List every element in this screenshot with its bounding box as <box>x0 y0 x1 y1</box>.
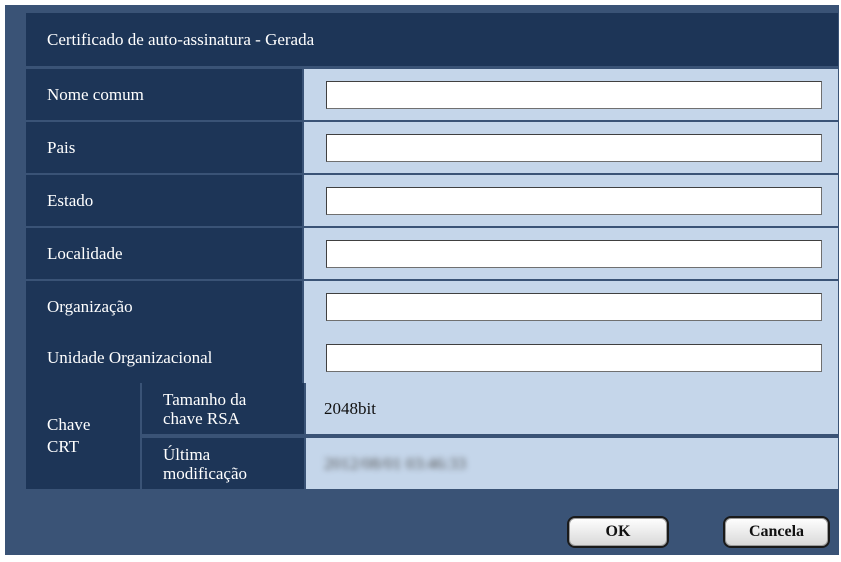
field-cell-state <box>304 175 838 226</box>
last-modified-value: 2012/08/01 03:46:33 <box>306 438 838 489</box>
field-row-organizational-unit: Unidade Organizacional <box>26 332 838 383</box>
field-cell-locality <box>304 228 838 279</box>
field-row-country: Pais <box>26 122 838 173</box>
ok-button[interactable]: OK <box>567 516 669 548</box>
crt-key-label-line1: Chave <box>47 415 91 434</box>
field-label-common-name: Nome comum <box>26 69 302 120</box>
rsa-key-size-label-line1: Tamanho da <box>163 389 247 409</box>
field-label-country: Pais <box>26 122 302 173</box>
dialog-title: Certificado de auto-assinatura - Gerada <box>26 13 838 66</box>
last-modified-text: 2012/08/01 03:46:33 <box>324 453 467 473</box>
field-label-organization: Organização <box>26 281 302 332</box>
rsa-key-size-text: 2048bit <box>324 398 376 418</box>
organization-input[interactable] <box>326 293 822 321</box>
last-modified-label-line1: Última <box>163 444 211 464</box>
locality-input[interactable] <box>326 240 822 268</box>
cancel-button[interactable]: Cancela <box>723 516 830 548</box>
field-cell-country <box>304 122 838 173</box>
country-input[interactable] <box>326 134 822 162</box>
field-row-common-name: Nome comum <box>26 69 838 120</box>
last-modified-label-line2: modificação <box>163 463 248 483</box>
crt-key-label: Chave CRT <box>26 383 140 489</box>
field-cell-organizational-unit <box>304 332 838 383</box>
field-label-state: Estado <box>26 175 302 226</box>
common-name-input[interactable] <box>326 81 822 109</box>
rsa-key-size-value: 2048bit <box>306 383 838 434</box>
field-row-organization: Organização <box>26 281 838 332</box>
field-cell-organization <box>304 281 838 332</box>
crt-key-label-line2: CRT <box>47 437 80 456</box>
field-label-organizational-unit: Unidade Organizacional <box>26 332 302 383</box>
dialog-title-text: Certificado de auto-assinatura - Gerada <box>47 29 315 49</box>
organizational-unit-input[interactable] <box>326 344 822 372</box>
field-cell-common-name <box>304 69 838 120</box>
last-modified-label: Última modificação <box>142 438 304 489</box>
field-row-state: Estado <box>26 175 838 226</box>
rsa-key-size-label-line2: chave RSA <box>163 408 240 428</box>
field-label-locality: Localidade <box>26 228 302 279</box>
rsa-key-size-label: Tamanho da chave RSA <box>142 383 304 434</box>
field-row-locality: Localidade <box>26 228 838 279</box>
state-input[interactable] <box>326 187 822 215</box>
